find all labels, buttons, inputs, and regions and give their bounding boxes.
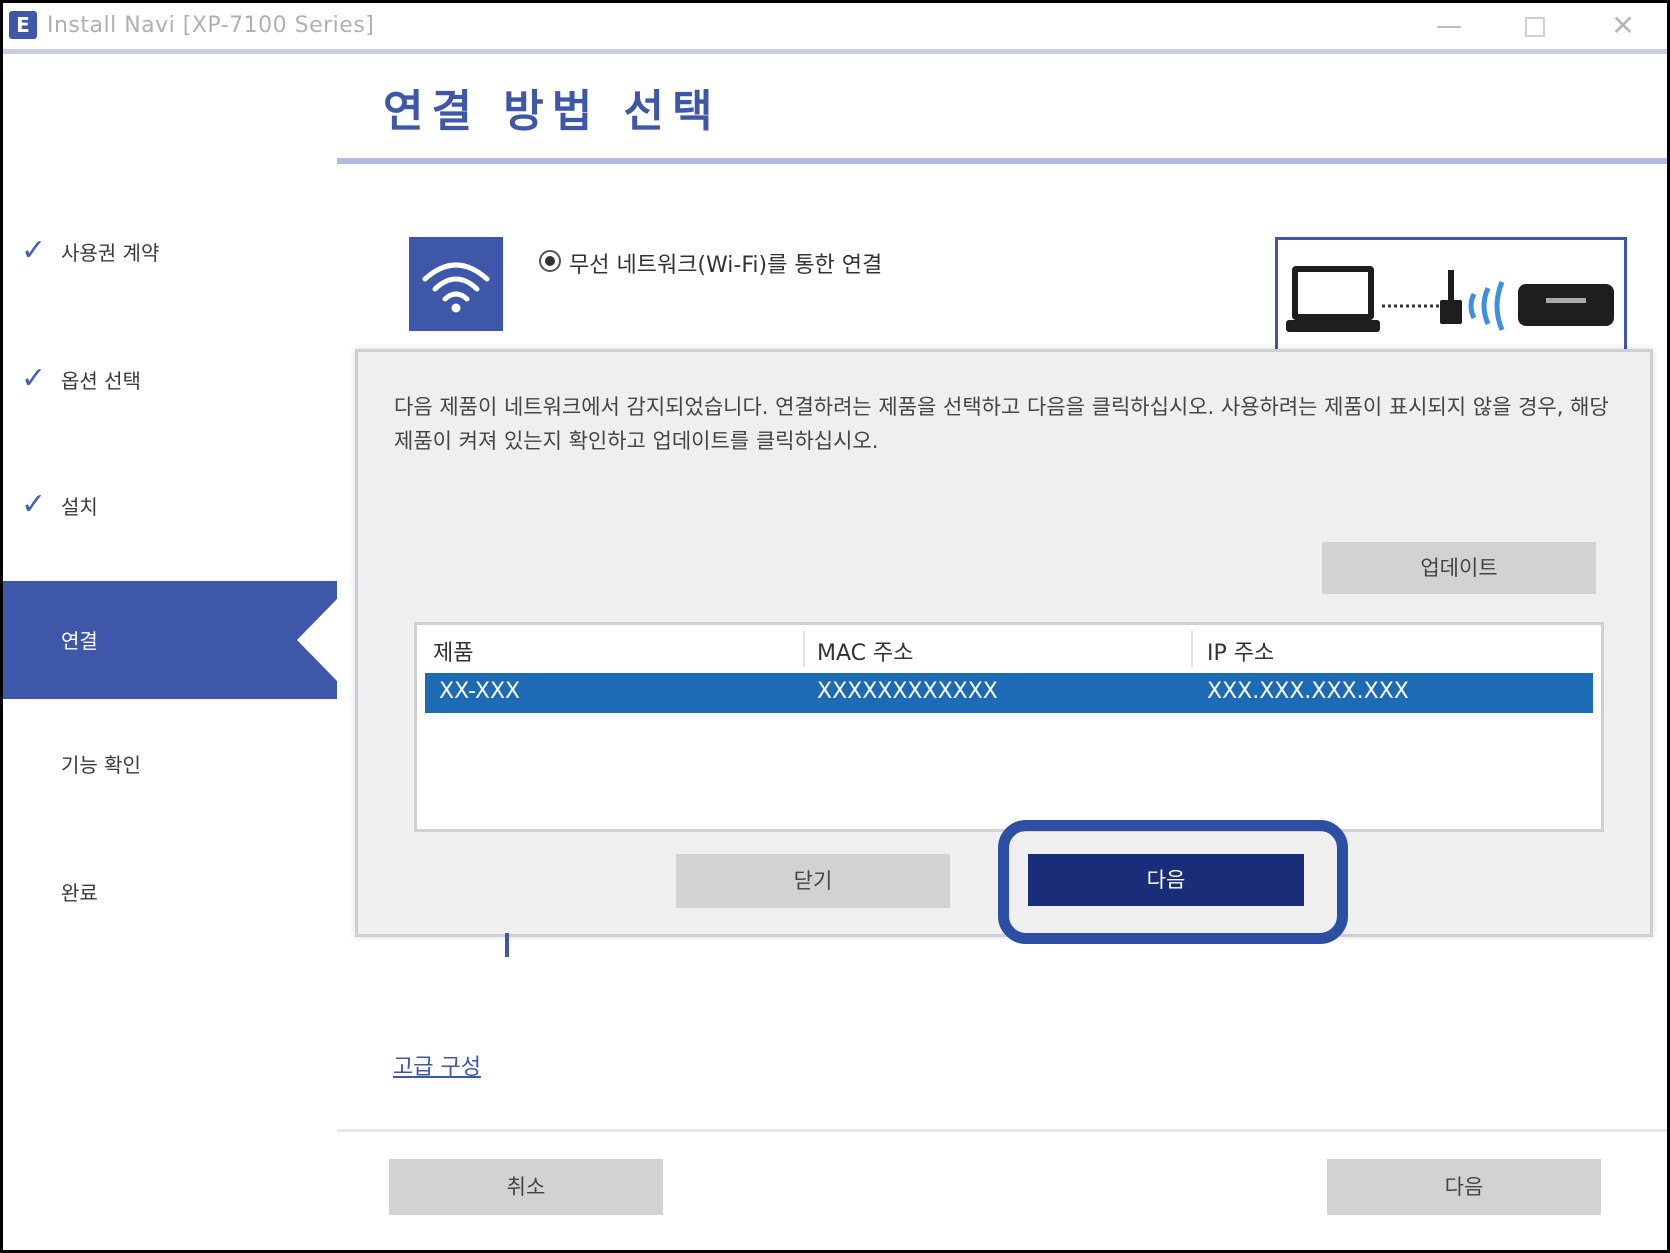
sidebar-item-options: ✓ 옵션 선택 <box>3 357 337 397</box>
sidebar-item-finish: 완료 <box>3 869 337 909</box>
title-divider <box>337 158 1667 164</box>
dialog-message: 다음 제품이 네트워크에서 감지되었습니다. 연결하려는 제품을 선택하고 다음… <box>394 395 1609 453</box>
active-step-pointer <box>297 599 337 681</box>
app-logo-icon: E <box>9 11 37 39</box>
minimize-icon[interactable]: — <box>1429 9 1469 43</box>
sidebar-item-label: 옵션 선택 <box>61 369 141 393</box>
dialog-next-button[interactable]: 다음 <box>1028 854 1304 906</box>
laptop-icon <box>1286 266 1380 332</box>
check-icon: ✓ <box>21 361 47 396</box>
column-header-mac: MAC 주소 <box>817 641 914 666</box>
wifi-waves-icon <box>1468 281 1505 331</box>
window-title: Install Navi [XP-7100 Series] <box>47 13 375 38</box>
installer-window: E Install Navi [XP-7100 Series] — ✕ 연결 방… <box>0 0 1670 1253</box>
detected-products-dialog: 다음 제품이 네트워크에서 감지되었습니다. 연결하려는 제품을 선택하고 다음… <box>355 349 1653 944</box>
sidebar-item-label: 기능 확인 <box>61 753 141 777</box>
sidebar-item-label: 설치 <box>61 495 98 519</box>
product-table: 제품 MAC 주소 IP 주소 XX-XXX XXXXXXXXXXXX XXX.… <box>414 622 1604 832</box>
column-header-product: 제품 <box>433 641 474 666</box>
close-button[interactable]: 닫기 <box>676 854 950 908</box>
router-icon <box>1440 270 1462 324</box>
connection-diagram <box>1275 237 1627 363</box>
wifi-icon <box>409 237 503 331</box>
column-divider <box>1191 631 1193 667</box>
sidebar-item-connection: 연결 <box>3 581 337 699</box>
sidebar-item-install: ✓ 설치 <box>3 483 337 523</box>
check-icon: ✓ <box>21 487 47 522</box>
connector-line <box>505 933 509 957</box>
wifi-option-label: 무선 네트워크(Wi-Fi)를 통한 연결 <box>569 253 883 278</box>
update-button[interactable]: 업데이트 <box>1322 542 1596 594</box>
page-title: 연결 방법 선택 <box>383 86 721 137</box>
column-header-ip: IP 주소 <box>1207 641 1275 666</box>
cell-mac: XXXXXXXXXXXX <box>817 679 998 704</box>
cancel-button[interactable]: 취소 <box>389 1159 663 1215</box>
table-row[interactable]: XX-XXX XXXXXXXXXXXX XXX.XXX.XXX.XXX <box>425 673 1593 713</box>
cell-ip: XXX.XXX.XXX.XXX <box>1207 679 1409 704</box>
footer-divider <box>337 1129 1667 1132</box>
wifi-option-radio[interactable] <box>539 250 561 272</box>
maximize-icon[interactable] <box>1515 9 1555 43</box>
column-divider <box>803 631 805 667</box>
title-bar: E Install Navi [XP-7100 Series] — ✕ <box>3 3 1667 54</box>
cell-product: XX-XXX <box>439 679 521 704</box>
next-button[interactable]: 다음 <box>1327 1159 1601 1215</box>
advanced-config-link[interactable]: 고급 구성 <box>393 1049 481 1081</box>
printer-icon <box>1518 284 1614 326</box>
sidebar-item-label: 연결 <box>61 629 98 653</box>
check-icon: ✓ <box>21 233 47 268</box>
close-icon[interactable]: ✕ <box>1603 9 1643 43</box>
sidebar-item-label: 완료 <box>61 881 98 905</box>
sidebar-item-check: 기능 확인 <box>3 741 337 781</box>
sidebar-item-license: ✓ 사용권 계약 <box>3 229 337 269</box>
sidebar-item-label: 사용권 계약 <box>61 241 160 265</box>
